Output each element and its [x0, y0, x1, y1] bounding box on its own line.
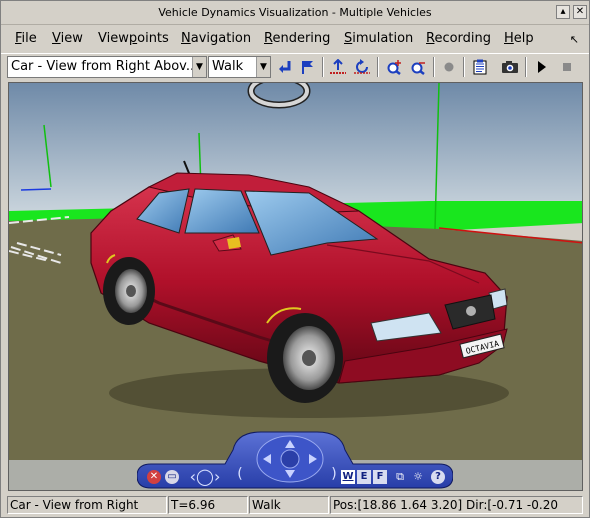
maximize-button[interactable]: ▴: [556, 5, 570, 19]
menu-simulation[interactable]: Simulation: [344, 31, 413, 46]
toolbar-separator: [377, 57, 379, 77]
status-mode: Walk: [249, 496, 329, 514]
toolbar-separator: [433, 57, 435, 77]
headlight-icon[interactable]: ☼: [411, 470, 425, 484]
menu-view[interactable]: View: [52, 31, 83, 46]
fly-mode-button[interactable]: F: [373, 470, 387, 484]
minimize-panel-icon[interactable]: ▭: [165, 470, 179, 484]
stop-icon[interactable]: [556, 57, 578, 77]
chevron-down-icon[interactable]: ▼: [256, 57, 270, 77]
play-icon[interactable]: [531, 57, 553, 77]
title-bar[interactable]: Vehicle Dynamics Visualization - Multipl…: [1, 1, 589, 25]
navigation-mode-value: Walk: [212, 59, 244, 74]
menu-help[interactable]: Help: [504, 31, 534, 46]
rotate-left-icon[interactable]: ‹◯›: [185, 467, 225, 487]
toolbar-separator: [525, 57, 527, 77]
properties-icon[interactable]: [469, 57, 491, 77]
close-icon[interactable]: ✕: [147, 470, 161, 484]
reset-view-icon[interactable]: [351, 57, 373, 77]
menu-file[interactable]: File: [15, 31, 37, 46]
flag-icon[interactable]: [296, 57, 318, 77]
zoom-in-icon[interactable]: [383, 57, 405, 77]
status-viewpoint: Car - View from Right: [7, 496, 167, 514]
go-to-viewpoint-icon[interactable]: [274, 57, 296, 77]
status-time: T=6.96: [168, 496, 248, 514]
help-icon[interactable]: ?: [431, 470, 445, 484]
3d-viewport[interactable]: OCTAVIA ✕ ▭ ‹◯› () W E F ⧉ ☼ ?: [8, 82, 583, 491]
walk-mode-button[interactable]: W: [341, 470, 355, 484]
fit-view-icon[interactable]: ⧉: [393, 470, 407, 484]
straighten-up-icon[interactable]: [327, 57, 349, 77]
window-title: Vehicle Dynamics Visualization - Multipl…: [158, 6, 432, 19]
record-icon[interactable]: [438, 57, 460, 77]
camera-icon[interactable]: [499, 57, 521, 77]
context-help-icon[interactable]: ↖: [570, 33, 579, 46]
menu-navigation[interactable]: Navigation: [181, 31, 251, 46]
zoom-out-icon[interactable]: [407, 57, 429, 77]
navigation-mode-select[interactable]: Walk ▼: [208, 56, 271, 78]
navigation-joystick[interactable]: [255, 434, 325, 484]
menu-rendering[interactable]: Rendering: [264, 31, 330, 46]
status-position: Pos:[18.86 1.64 3.20] Dir:[-0.71 -0.20: [330, 496, 583, 514]
toolbar-separator: [463, 57, 465, 77]
toolbar-separator: [322, 57, 324, 77]
menu-bar: File View Viewpoints Navigation Renderin…: [1, 27, 589, 51]
status-bar: Car - View from Right T=6.96 Walk Pos:[1…: [1, 495, 589, 517]
tilt-slider-icon[interactable]: ): [327, 466, 341, 486]
front-wheel: [267, 313, 343, 403]
rear-wheel: [103, 257, 155, 325]
toolbar: Car - View from Right Abov... ▼ Walk ▼: [1, 53, 589, 79]
zoom-slider-icon[interactable]: (: [231, 466, 249, 486]
blue-axis-line: [20, 188, 52, 191]
examine-mode-button[interactable]: E: [357, 470, 371, 484]
chevron-down-icon[interactable]: ▼: [192, 57, 206, 77]
viewpoint-select-value: Car - View from Right Abov...: [11, 59, 199, 74]
viewpoint-select[interactable]: Car - View from Right Abov... ▼: [7, 56, 207, 78]
menu-viewpoints[interactable]: Viewpoints: [98, 31, 169, 46]
close-button[interactable]: ✕: [573, 5, 587, 19]
menu-recording[interactable]: Recording: [426, 31, 491, 46]
navigation-panel: ✕ ▭ ‹◯› ( ) W E F ⧉ ☼ ?: [137, 426, 453, 490]
main-window: Vehicle Dynamics Visualization - Multipl…: [0, 0, 590, 518]
